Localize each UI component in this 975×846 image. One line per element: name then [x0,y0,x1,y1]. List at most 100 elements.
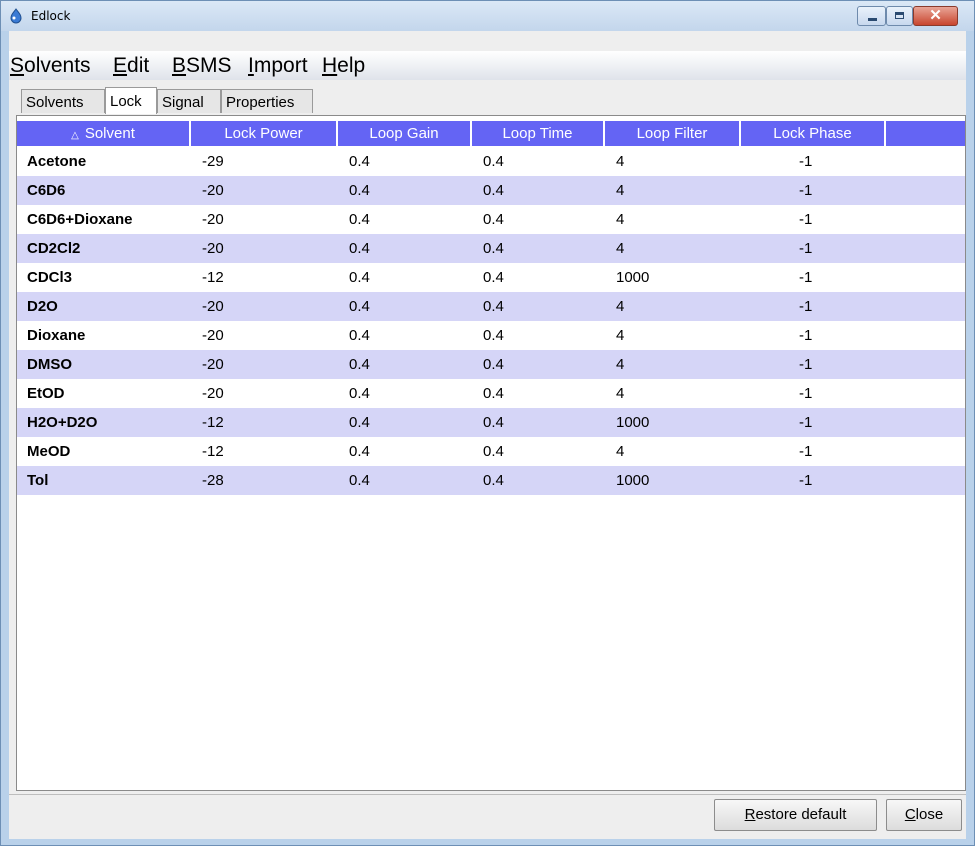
cell-solvent[interactable]: C6D6+Dioxane [27,205,197,234]
cell-loop-time[interactable]: 0.4 [483,437,608,466]
table-row[interactable]: CD2Cl2 -20 0.4 0.4 4 -1 [17,234,965,263]
column-header-lock-power[interactable]: Lock Power [191,121,338,146]
cell-lock-power[interactable]: -20 [202,176,342,205]
cell-loop-filter[interactable]: 4 [616,205,746,234]
cell-loop-filter[interactable]: 4 [616,350,746,379]
cell-lock-phase[interactable]: -1 [799,234,879,263]
cell-loop-filter[interactable]: 4 [616,379,746,408]
cell-lock-phase[interactable]: -1 [799,321,879,350]
table-row[interactable]: Dioxane -20 0.4 0.4 4 -1 [17,321,965,350]
cell-loop-gain[interactable]: 0.4 [349,321,474,350]
cell-loop-time[interactable]: 0.4 [483,379,608,408]
cell-loop-time[interactable]: 0.4 [483,234,608,263]
menu-edit[interactable]: Edit [113,54,149,78]
column-header-extra[interactable] [886,121,965,146]
cell-lock-power[interactable]: -20 [202,379,342,408]
close-button[interactable]: Close [886,799,962,831]
cell-loop-filter[interactable]: 4 [616,147,746,176]
cell-lock-phase[interactable]: -1 [799,205,879,234]
menu-solvents[interactable]: Solvents [10,54,91,78]
tab-solvents[interactable]: Solvents [21,89,105,113]
cell-loop-gain[interactable]: 0.4 [349,379,474,408]
cell-lock-power[interactable]: -20 [202,350,342,379]
table-row[interactable]: Tol -28 0.4 0.4 1000 -1 [17,466,965,495]
cell-lock-power[interactable]: -29 [202,147,342,176]
cell-loop-time[interactable]: 0.4 [483,466,608,495]
cell-loop-gain[interactable]: 0.4 [349,466,474,495]
tab-lock[interactable]: Lock [105,87,157,114]
cell-loop-filter[interactable]: 4 [616,176,746,205]
column-header-loop-gain[interactable]: Loop Gain [338,121,472,146]
table-row[interactable]: C6D6+Dioxane -20 0.4 0.4 4 -1 [17,205,965,234]
cell-loop-time[interactable]: 0.4 [483,292,608,321]
cell-lock-power[interactable]: -20 [202,234,342,263]
cell-solvent[interactable]: DMSO [27,350,197,379]
cell-lock-power[interactable]: -20 [202,292,342,321]
cell-solvent[interactable]: CDCl3 [27,263,197,292]
table-row[interactable]: H2O+D2O -12 0.4 0.4 1000 -1 [17,408,965,437]
cell-solvent[interactable]: Tol [27,466,197,495]
cell-loop-filter[interactable]: 4 [616,321,746,350]
tab-signal[interactable]: Signal [157,89,221,113]
minimize-button[interactable] [857,6,886,26]
tab-properties[interactable]: Properties [221,89,313,113]
menu-import[interactable]: Import [248,54,308,78]
table-row[interactable]: D2O -20 0.4 0.4 4 -1 [17,292,965,321]
cell-solvent[interactable]: Dioxane [27,321,197,350]
cell-loop-filter[interactable]: 4 [616,437,746,466]
column-header-solvent[interactable]: △ Solvent [17,121,191,146]
cell-loop-time[interactable]: 0.4 [483,147,608,176]
cell-loop-gain[interactable]: 0.4 [349,176,474,205]
cell-solvent[interactable]: EtOD [27,379,197,408]
cell-lock-phase[interactable]: -1 [799,379,879,408]
close-window-button[interactable]: ✕ [913,6,958,26]
table-row[interactable]: Acetone -29 0.4 0.4 4 -1 [17,147,965,176]
cell-loop-time[interactable]: 0.4 [483,176,608,205]
cell-solvent[interactable]: Acetone [27,147,197,176]
table-row[interactable]: C6D6 -20 0.4 0.4 4 -1 [17,176,965,205]
table-row[interactable]: EtOD -20 0.4 0.4 4 -1 [17,379,965,408]
cell-loop-time[interactable]: 0.4 [483,408,608,437]
cell-lock-power[interactable]: -28 [202,466,342,495]
cell-solvent[interactable]: C6D6 [27,176,197,205]
cell-loop-gain[interactable]: 0.4 [349,350,474,379]
cell-loop-gain[interactable]: 0.4 [349,147,474,176]
cell-loop-gain[interactable]: 0.4 [349,292,474,321]
cell-loop-time[interactable]: 0.4 [483,321,608,350]
column-header-loop-time[interactable]: Loop Time [472,121,605,146]
cell-loop-filter[interactable]: 1000 [616,263,746,292]
restore-default-button[interactable]: Restore default [714,799,877,831]
cell-loop-filter[interactable]: 1000 [616,408,746,437]
cell-loop-filter[interactable]: 4 [616,234,746,263]
column-header-lock-phase[interactable]: Lock Phase [741,121,886,146]
cell-solvent[interactable]: CD2Cl2 [27,234,197,263]
column-header-loop-filter[interactable]: Loop Filter [605,121,741,146]
cell-lock-power[interactable]: -20 [202,205,342,234]
cell-lock-phase[interactable]: -1 [799,292,879,321]
cell-loop-time[interactable]: 0.4 [483,263,608,292]
cell-solvent[interactable]: H2O+D2O [27,408,197,437]
cell-lock-phase[interactable]: -1 [799,350,879,379]
cell-loop-time[interactable]: 0.4 [483,205,608,234]
cell-loop-gain[interactable]: 0.4 [349,205,474,234]
cell-loop-gain[interactable]: 0.4 [349,437,474,466]
cell-lock-power[interactable]: -12 [202,408,342,437]
menu-bsms[interactable]: BSMS [172,54,232,78]
cell-lock-phase[interactable]: -1 [799,176,879,205]
cell-loop-filter[interactable]: 1000 [616,466,746,495]
cell-loop-gain[interactable]: 0.4 [349,408,474,437]
cell-lock-phase[interactable]: -1 [799,263,879,292]
cell-loop-filter[interactable]: 4 [616,292,746,321]
cell-lock-phase[interactable]: -1 [799,466,879,495]
cell-loop-time[interactable]: 0.4 [483,350,608,379]
title-bar[interactable]: Edlock ✕ [1,1,974,31]
table-row[interactable]: DMSO -20 0.4 0.4 4 -1 [17,350,965,379]
cell-lock-phase[interactable]: -1 [799,408,879,437]
cell-lock-power[interactable]: -12 [202,437,342,466]
cell-lock-phase[interactable]: -1 [799,437,879,466]
cell-loop-gain[interactable]: 0.4 [349,263,474,292]
maximize-button[interactable] [886,6,913,26]
menu-help[interactable]: Help [322,54,365,78]
cell-solvent[interactable]: MeOD [27,437,197,466]
cell-solvent[interactable]: D2O [27,292,197,321]
